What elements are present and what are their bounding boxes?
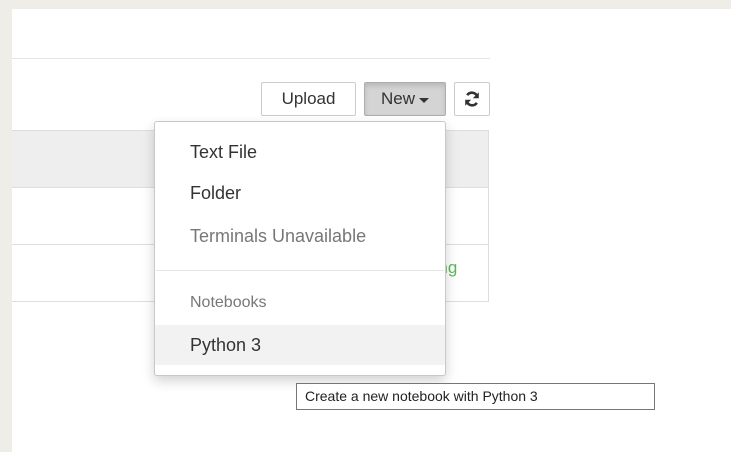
- header-divider: [12, 58, 490, 59]
- new-dropdown-button[interactable]: New: [364, 82, 446, 116]
- new-dropdown-menu: Text File Folder Terminals Unavailable N…: [154, 121, 446, 376]
- python-3-tooltip: Create a new notebook with Python 3: [296, 383, 655, 410]
- upload-button-label: Upload: [281, 89, 336, 108]
- refresh-icon: [465, 91, 479, 107]
- menu-item-terminals: Terminals Unavailable: [190, 226, 367, 246]
- menu-divider: [156, 270, 444, 271]
- jupyter-file-browser: Upload New Running Text File Folder Term…: [0, 0, 731, 452]
- menu-item-python-3[interactable]: Python 3: [155, 325, 445, 365]
- menu-item-text-file[interactable]: Text File: [155, 132, 445, 172]
- window-left-edge: [0, 0, 12, 452]
- menu-item-folder[interactable]: Folder: [155, 173, 445, 213]
- menu-section-notebooks: Notebooks: [190, 294, 267, 311]
- window-top-edge: [0, 0, 731, 9]
- refresh-button[interactable]: [454, 82, 490, 116]
- caret-down-icon: [419, 97, 429, 103]
- upload-button[interactable]: Upload: [261, 82, 356, 116]
- new-button-label: New: [380, 89, 415, 108]
